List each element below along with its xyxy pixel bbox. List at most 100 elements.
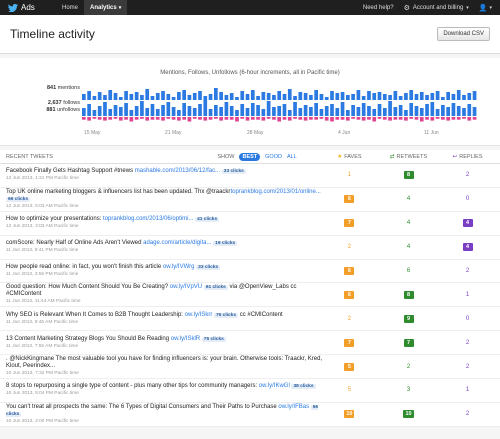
follows-bar bbox=[145, 108, 150, 116]
tweet-time: 11 Jun 2013, 9:46 AM Pacific time bbox=[6, 319, 79, 325]
account-label: Account and billing bbox=[412, 4, 464, 11]
nav-analytics[interactable]: Analytics ▾ bbox=[84, 0, 128, 15]
tweet-time: 12 Jun 2013, 5:03 AM Pacific time bbox=[6, 203, 79, 209]
filter-good[interactable]: GOOD bbox=[265, 154, 282, 160]
retweets-cell: 6 bbox=[376, 268, 441, 274]
mentions-bar bbox=[108, 90, 113, 100]
unfollows-bar bbox=[134, 117, 139, 120]
mentions-bar bbox=[409, 90, 414, 100]
unfollows-bar bbox=[182, 117, 186, 120]
tweet-link[interactable]: ow.ly/IFBas bbox=[278, 404, 309, 410]
mentions-bar bbox=[382, 94, 387, 100]
table-row[interactable]: How to optimize your presentations: topr… bbox=[0, 212, 500, 236]
tweet-link[interactable]: adage.com/article/digita... bbox=[143, 240, 211, 246]
tweet-text: You can't treat all prospects the same: … bbox=[6, 404, 323, 425]
unfollows-bar bbox=[118, 117, 123, 121]
mentions-bar bbox=[208, 94, 213, 100]
mentions-bar bbox=[430, 93, 435, 100]
mentions-bar bbox=[256, 96, 260, 100]
unfollows-bar bbox=[287, 117, 292, 121]
table-row[interactable]: Why SEO is Relevant When It Comes to B2B… bbox=[0, 307, 500, 332]
faves-value: 6 bbox=[344, 290, 355, 299]
tweet-list: Facebook Finally Gets Hashtag Support #t… bbox=[0, 164, 500, 427]
replies-value: 4 bbox=[462, 243, 473, 252]
mentions-bar bbox=[393, 91, 398, 100]
follows-bar bbox=[134, 106, 139, 116]
mentions-text: mentions bbox=[57, 85, 80, 91]
tweet-link[interactable]: mashable.com/2013/06/12/fac... bbox=[135, 168, 220, 174]
ads-logo[interactable]: Ads bbox=[8, 3, 56, 12]
unfollows-bar bbox=[272, 117, 276, 120]
account-menu[interactable]: ⚙ Account and billing ▾ bbox=[404, 4, 469, 12]
unfollows-bar bbox=[219, 117, 223, 121]
follows-bar bbox=[398, 105, 403, 116]
table-row[interactable]: You can't treat all prospects the same: … bbox=[0, 403, 500, 427]
mentions-bar bbox=[245, 94, 250, 100]
tweet-link[interactable]: toprankblog.com/2013/06/optimi... bbox=[103, 216, 193, 222]
table-row[interactable]: Good question: How Much Content Should Y… bbox=[0, 283, 500, 308]
filter-all[interactable]: ALL bbox=[287, 154, 297, 160]
retweets-value: 8 bbox=[403, 290, 414, 299]
help-link[interactable]: Need help? bbox=[363, 5, 394, 11]
twitter-bird-icon bbox=[8, 3, 18, 12]
table-row[interactable]: Facebook Finally Gets Hashtag Support #t… bbox=[0, 164, 500, 188]
faves-cell: 6 bbox=[323, 290, 376, 299]
unfollows-bar bbox=[145, 117, 150, 121]
retweets-value: 7 bbox=[403, 338, 414, 347]
follows-bar bbox=[456, 106, 461, 116]
table-row[interactable]: How people read online: in fact, you won… bbox=[0, 260, 500, 284]
mentions-bar bbox=[229, 93, 234, 100]
tweet-link[interactable]: ow.ly/ISkrr bbox=[185, 312, 213, 318]
follows-bar bbox=[129, 110, 134, 116]
faves-cell: 2 bbox=[323, 244, 376, 250]
user-menu[interactable]: 👤 ▾ bbox=[479, 4, 492, 12]
tweet-link[interactable]: ow.ly/IVWrg bbox=[163, 264, 195, 270]
unfollows-bar bbox=[192, 117, 197, 119]
unfollows-bar bbox=[261, 117, 266, 121]
show-label: SHOW bbox=[217, 153, 235, 160]
tweet-link[interactable]: toprankblog.com/2013/01/online... bbox=[230, 189, 320, 195]
faves-header[interactable]: ★ FAVES bbox=[323, 154, 376, 160]
unfollows-bar bbox=[388, 117, 392, 121]
mentions-bar bbox=[293, 96, 297, 100]
unfollows-bar bbox=[298, 117, 303, 120]
faves-cell: 1 bbox=[323, 172, 376, 178]
table-row[interactable]: . @NickKingmane The most valuable tool y… bbox=[0, 355, 500, 380]
unfollows-bar bbox=[293, 117, 297, 119]
follows-bar bbox=[309, 107, 313, 116]
table-row[interactable]: Top UK online marketing bloggers & influ… bbox=[0, 188, 500, 212]
unfollows-bar bbox=[456, 117, 461, 120]
retweets-header[interactable]: ⇄ RETWEETS bbox=[376, 154, 441, 160]
table-row[interactable]: 8 stops to repurposing a single type of … bbox=[0, 379, 500, 403]
retweets-value: 8 bbox=[403, 171, 414, 180]
mentions-bar bbox=[330, 91, 334, 100]
tweet-text: Facebook Finally Gets Hashtag Support #t… bbox=[6, 168, 323, 182]
tweet-link[interactable]: ow.ly/IVpVU bbox=[170, 284, 202, 290]
table-row[interactable]: comScore: Nearly Half of Online Ads Aren… bbox=[0, 236, 500, 260]
tweet-time: 10 Jun 2013, 7:32 PM Pacific time bbox=[6, 371, 79, 377]
unfollows-bar bbox=[177, 117, 181, 121]
unfollows-bar bbox=[309, 117, 313, 120]
tweet-body: Why SEO is Relevant When It Comes to B2B… bbox=[6, 311, 185, 318]
unfollows-bar bbox=[335, 117, 340, 120]
nav-home[interactable]: Home bbox=[56, 0, 84, 15]
retweets-cell: 9 bbox=[376, 314, 441, 323]
tweet-link[interactable]: ow.ly/ISklR bbox=[171, 336, 200, 342]
clicks-badge: 38 clicks bbox=[291, 384, 316, 390]
table-row[interactable]: 13 Content Marketing Strategy Blogs You … bbox=[0, 331, 500, 356]
follows-bar bbox=[150, 104, 155, 116]
replies-header[interactable]: ↩ REPLIES bbox=[441, 154, 494, 160]
follows-bar bbox=[219, 107, 223, 116]
follows-bar bbox=[140, 101, 144, 116]
mentions-bar bbox=[145, 89, 150, 100]
follows-bar bbox=[414, 106, 419, 116]
mentions-bar bbox=[446, 92, 450, 100]
tweet-body: 13 Content Marketing Strategy Blogs You … bbox=[6, 335, 171, 342]
tweet-link[interactable]: ow.ly/IKwGl bbox=[259, 383, 290, 389]
tweet-time: 12 Jun 2013, 1:21 PM Pacific time bbox=[6, 176, 79, 182]
filter-best[interactable]: BEST bbox=[239, 152, 261, 161]
unfollows-bar bbox=[240, 117, 245, 119]
download-csv-button[interactable]: Download CSV bbox=[437, 27, 490, 41]
follows-bar bbox=[356, 107, 361, 116]
faves-cell: 5 bbox=[323, 387, 376, 393]
